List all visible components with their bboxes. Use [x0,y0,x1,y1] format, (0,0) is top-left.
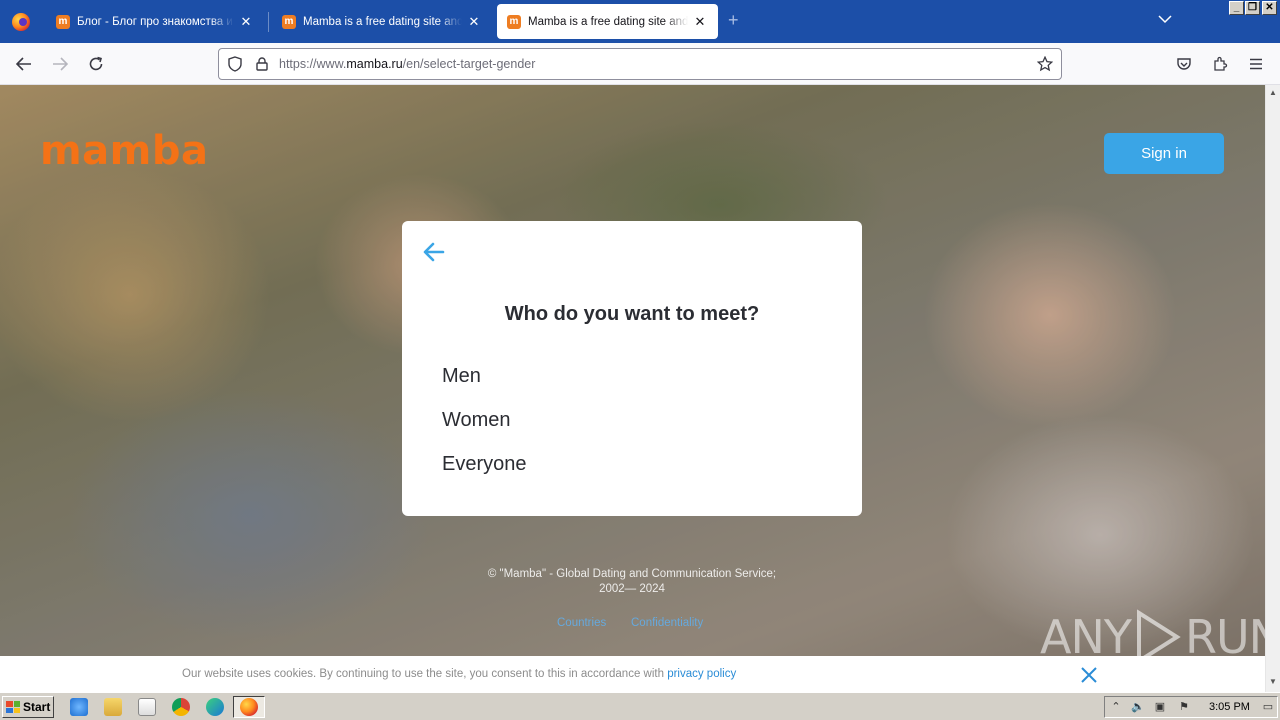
lock-icon[interactable] [253,55,271,73]
media-player-icon[interactable] [138,698,156,716]
tab-title: Mamba is a free dating site and a c [528,15,688,28]
firefox-icon [240,698,258,716]
gender-select-card: Who do you want to meet? Men Women Every… [402,221,862,516]
copyright-text: © "Mamba" - Global Dating and Communicat… [432,567,832,597]
tab-mamba-1[interactable]: m Mamba is a free dating site and a c ✕ [272,4,492,39]
chevron-down-icon[interactable] [1158,13,1172,27]
copyright-line-2: 2002— 2024 [599,583,665,595]
question-title: Who do you want to meet? [504,303,760,325]
network-icon[interactable]: ▣ [1153,701,1167,713]
url-domain: mamba.ru [346,57,403,71]
start-label: Start [23,700,51,714]
countries-link[interactable]: Countries [557,617,606,629]
scrollbar[interactable]: ▲ ▼ [1265,85,1280,692]
internet-explorer-icon[interactable] [70,698,88,716]
hamburger-menu-icon[interactable] [1244,52,1268,76]
cookie-banner: Our website uses cookies. By continuing … [0,656,1265,692]
mamba-favicon-icon: m [56,14,70,29]
extensions-icon[interactable] [1208,52,1232,76]
scroll-down-icon[interactable]: ▼ [1269,677,1277,686]
mamba-favicon-icon: m [282,14,296,29]
start-button[interactable]: Start [2,696,54,718]
close-cookie-icon[interactable] [1080,666,1098,684]
shield-icon[interactable] [226,55,244,73]
tab-bar: m Блог - Блог про знакомства и отн ✕ m M… [0,0,1280,43]
copyright-line-1: © "Mamba" - Global Dating and Communicat… [487,568,777,580]
tab-title: Блог - Блог про знакомства и отн [77,15,234,28]
tab-title: Mamba is a free dating site and a c [303,15,462,28]
option-men[interactable]: Men [442,365,481,388]
system-tray: ⌃ 🔈 ▣ ⚑ 3:05 PM ▭ [1104,696,1278,718]
restore-icon[interactable]: ❐ [1245,1,1260,15]
mamba-favicon-icon: m [507,14,521,29]
privacy-policy-link[interactable]: privacy policy [667,668,736,680]
volume-icon[interactable]: 🔈 [1131,701,1145,713]
firefox-icon [12,12,30,31]
address-bar[interactable]: https://www.mamba.ru/en/select-target-ge… [218,48,1062,80]
option-everyone[interactable]: Everyone [442,453,527,476]
pocket-icon[interactable] [1172,52,1196,76]
close-tab-icon[interactable]: ✕ [466,14,482,30]
flag-icon[interactable]: ⚑ [1177,701,1191,713]
show-desktop-icon[interactable]: ▭ [1261,701,1275,713]
option-women[interactable]: Women [442,409,511,432]
page-background: mamba Sign in Who do you want to meet? M… [0,85,1265,656]
confidentiality-link[interactable]: Confidentiality [631,617,703,629]
firefox-taskbar-button[interactable] [233,696,265,718]
cookie-text: Our website uses cookies. By continuing … [182,668,736,680]
folder-icon[interactable] [104,698,122,716]
edge-icon[interactable] [206,698,224,716]
close-tab-icon[interactable]: ✕ [692,14,708,30]
back-arrow-icon[interactable] [12,52,36,76]
anyrun-watermark: ANY RUN [1040,609,1265,656]
mamba-logo[interactable]: mamba [40,131,208,171]
tab-blog[interactable]: m Блог - Блог про знакомства и отн ✕ [46,4,264,39]
forward-arrow-icon[interactable] [48,52,72,76]
sign-in-button[interactable]: Sign in [1104,133,1224,174]
new-tab-icon[interactable]: + [728,10,739,31]
windows-taskbar: Start ⌃ 🔈 ▣ ⚑ 3:05 PM ▭ [0,692,1280,720]
tab-mamba-active[interactable]: m Mamba is a free dating site and a c ✕ [497,4,718,39]
tray-expand-icon[interactable]: ⌃ [1109,701,1123,713]
windows-logo-icon [6,701,20,713]
tab-divider [268,12,269,32]
cookie-message: Our website uses cookies. By continuing … [182,668,668,680]
clock: 3:05 PM [1209,701,1250,713]
bookmark-star-icon[interactable] [1036,55,1054,73]
minimize-icon[interactable]: _ [1229,1,1244,15]
scroll-up-icon[interactable]: ▲ [1269,88,1277,97]
back-arrow-icon[interactable] [422,241,446,263]
reload-icon[interactable] [84,52,108,76]
url-prefix: https://www. [279,57,347,71]
close-tab-icon[interactable]: ✕ [238,14,254,30]
chrome-icon[interactable] [172,698,190,716]
navigation-toolbar: https://www.mamba.ru/en/select-target-ge… [0,43,1280,85]
watermark-text-left: ANY [1040,610,1132,656]
url-text[interactable]: https://www.mamba.ru/en/select-target-ge… [279,57,535,71]
close-window-icon[interactable]: ✕ [1262,1,1277,15]
play-icon [1136,609,1181,656]
firefox-menu-button[interactable] [0,0,42,43]
watermark-text-right: RUN [1184,610,1265,656]
url-path: /en/select-target-gender [402,57,536,71]
